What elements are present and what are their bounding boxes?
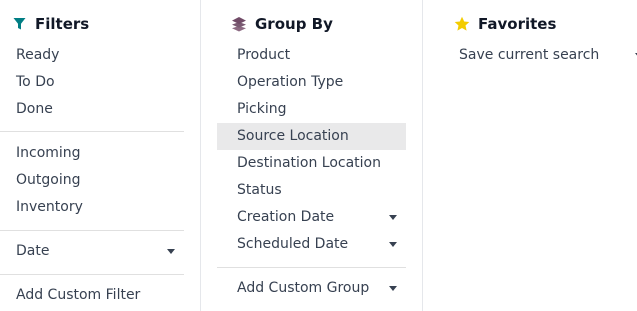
favorites-header: Favorites [454, 13, 556, 35]
save-current-search-toggle[interactable]: Save current search [459, 42, 637, 69]
filter-ready[interactable]: Ready [0, 42, 184, 69]
filter-date-label: Date [16, 243, 50, 259]
filter-outgoing[interactable]: Outgoing [0, 167, 184, 194]
star-icon [454, 16, 470, 32]
caret-down-icon [389, 215, 397, 220]
filters-divider [0, 230, 184, 231]
filter-done[interactable]: Done [0, 96, 184, 123]
favorites-column: Favorites Save current search [422, 0, 637, 311]
add-custom-group-label: Add Custom Group [237, 280, 370, 296]
filter-date[interactable]: Date [0, 238, 184, 265]
filters-divider [0, 274, 184, 275]
filter-inventory[interactable]: Inventory [0, 194, 184, 221]
filters-column: Filters Ready To Do Done Incoming Outgoi… [0, 0, 200, 311]
group-by-source-location[interactable]: Source Location [217, 123, 406, 150]
filters-divider [0, 131, 184, 132]
group-by-creation-date[interactable]: Creation Date [217, 204, 406, 231]
group-by-picking[interactable]: Picking [217, 96, 406, 123]
group-by-scheduled-date-label: Scheduled Date [237, 236, 349, 252]
filter-to-do[interactable]: To Do [0, 69, 184, 96]
group-by-status[interactable]: Status [217, 177, 406, 204]
group-by-title: Group By [255, 15, 333, 33]
add-custom-filter-button[interactable]: Add Custom Filter [0, 282, 184, 309]
caret-down-icon [389, 286, 397, 291]
group-by-scheduled-date[interactable]: Scheduled Date [217, 231, 406, 258]
filters-title: Filters [35, 15, 90, 33]
group-by-header: Group By [231, 13, 333, 35]
caret-down-icon [389, 242, 397, 247]
group-by-product[interactable]: Product [217, 42, 406, 69]
filters-header: Filters [11, 13, 89, 35]
filter-icon [11, 16, 27, 32]
group-by-destination-location[interactable]: Destination Location [217, 150, 406, 177]
caret-down-icon [167, 249, 175, 254]
filter-incoming[interactable]: Incoming [0, 140, 184, 167]
favorites-title: Favorites [478, 15, 557, 33]
search-panel-dropdown: Filters Ready To Do Done Incoming Outgoi… [0, 0, 637, 311]
group-by-divider [217, 267, 406, 268]
add-custom-group-select[interactable]: Add Custom Group [217, 275, 406, 302]
save-current-search-label: Save current search [459, 47, 600, 63]
group-by-operation-type[interactable]: Operation Type [217, 69, 406, 96]
group-by-creation-date-label: Creation Date [237, 209, 335, 225]
group-by-column: Group By Product Operation Type Picking … [200, 0, 423, 311]
layers-icon [231, 16, 247, 32]
